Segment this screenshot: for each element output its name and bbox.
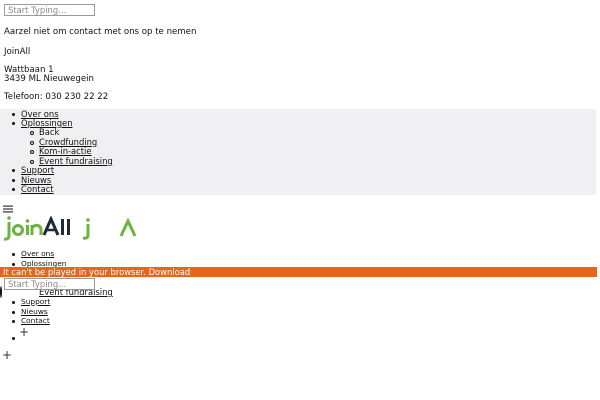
bullet — [12, 188, 15, 191]
video-unsupported-text: It can't be played in your browser. — [3, 267, 149, 277]
mobile-menu-item-contact: Contact — [0, 184, 300, 195]
bullet — [12, 263, 15, 266]
bullet — [12, 113, 15, 116]
bullet — [12, 253, 15, 256]
bullet — [12, 310, 15, 314]
mobile-menu-link-contact[interactable]: Contact — [21, 184, 54, 195]
bullet — [12, 169, 15, 172]
bullet — [30, 150, 34, 154]
company-name: JoinAll — [4, 47, 31, 57]
joinall-logo[interactable] — [3, 215, 138, 242]
main-menu-item-over-ons: Over ons — [0, 249, 300, 259]
main-menu-link-over-ons[interactable]: Over ons — [21, 249, 54, 259]
video-unsupported-banner: It can't be played in your browser. Down… — [0, 267, 597, 277]
bullet — [0, 286, 2, 298]
bullet — [12, 337, 15, 340]
top-search-input[interactable] — [4, 4, 95, 16]
plus-icon[interactable]: + — [2, 349, 12, 361]
bullet — [12, 122, 15, 125]
postal-city: 3439 ML Nieuwegein — [4, 74, 94, 84]
phone-number: Telefoon: 030 230 22 22 — [4, 92, 109, 102]
main-menu-link-nieuws[interactable]: Nieuws — [21, 307, 48, 317]
mobile-submenu: Back Crowdfunding Kom-in-actie Event fun… — [0, 127, 300, 168]
bullet — [12, 301, 15, 304]
main-menu: Over ons Oplossingen Event fundraising S… — [0, 249, 300, 330]
expand-plus-icon[interactable]: + — [19, 326, 29, 338]
video-download-link[interactable]: Download — [149, 267, 191, 277]
main-menu-item-contact: Contact — [0, 316, 300, 326]
mobile-menu: Over ons Oplossingen Back Crowdfunding K… — [0, 109, 596, 195]
bullet — [30, 140, 34, 145]
bullet — [30, 131, 34, 135]
bullet — [12, 178, 15, 182]
overlay-search-input[interactable] — [4, 278, 95, 290]
hamburger-icon[interactable] — [3, 205, 13, 213]
bullet — [30, 159, 34, 164]
main-menu-link-support[interactable]: Support — [21, 297, 50, 307]
contact-heading: Aarzel niet om contact met ons op te nem… — [4, 27, 197, 37]
bullet — [12, 320, 15, 323]
main-menu-item-support: Support — [0, 297, 300, 307]
